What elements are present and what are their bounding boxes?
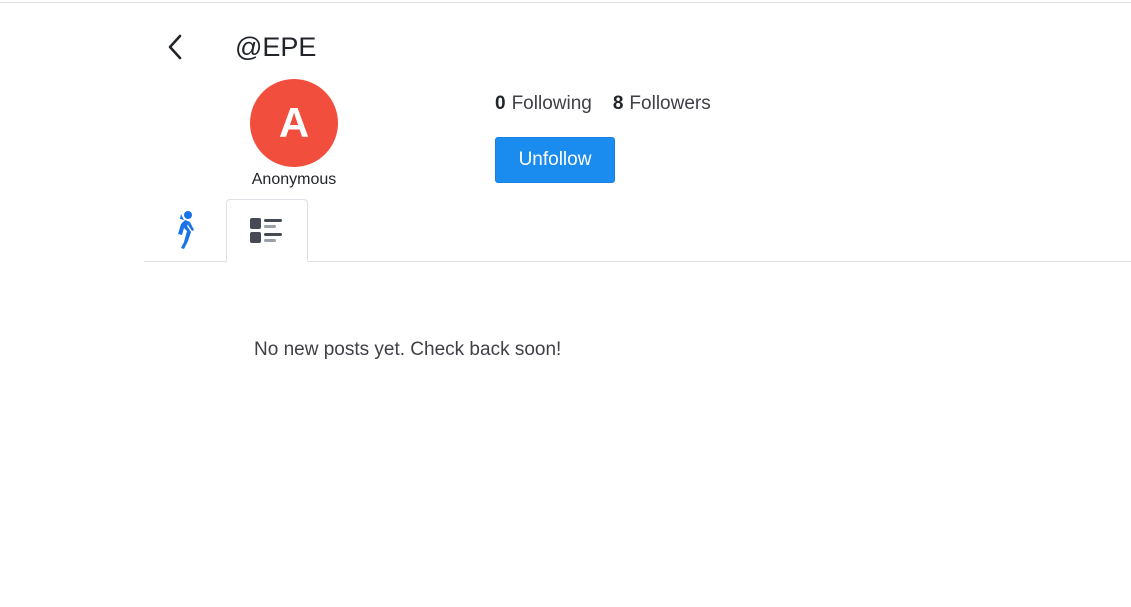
display-name: Anonymous <box>251 171 337 188</box>
following-stat[interactable]: 0 Following <box>495 92 592 116</box>
follow-stats: 0 Following 8 Followers <box>495 92 711 116</box>
following-label: Following <box>511 93 592 114</box>
posts-list-icon <box>250 217 282 243</box>
avatar-letter: A <box>278 99 310 146</box>
profile-handle: @EPE <box>235 32 317 62</box>
unfollow-button[interactable]: Unfollow <box>495 137 615 183</box>
activity-runner-icon <box>178 211 194 249</box>
followers-stat[interactable]: 8 Followers <box>613 92 711 116</box>
chevron-left-icon <box>168 34 182 60</box>
empty-posts-message: No new posts yet. Check back soon! <box>254 339 562 360</box>
tab-posts[interactable] <box>226 199 308 262</box>
back-button[interactable] <box>158 30 192 64</box>
top-divider <box>0 2 1131 3</box>
avatar: A <box>250 79 338 167</box>
following-count: 0 <box>495 93 506 114</box>
followers-label: Followers <box>629 93 711 114</box>
followers-count: 8 <box>612 93 624 114</box>
tab-activity[interactable] <box>144 199 226 261</box>
